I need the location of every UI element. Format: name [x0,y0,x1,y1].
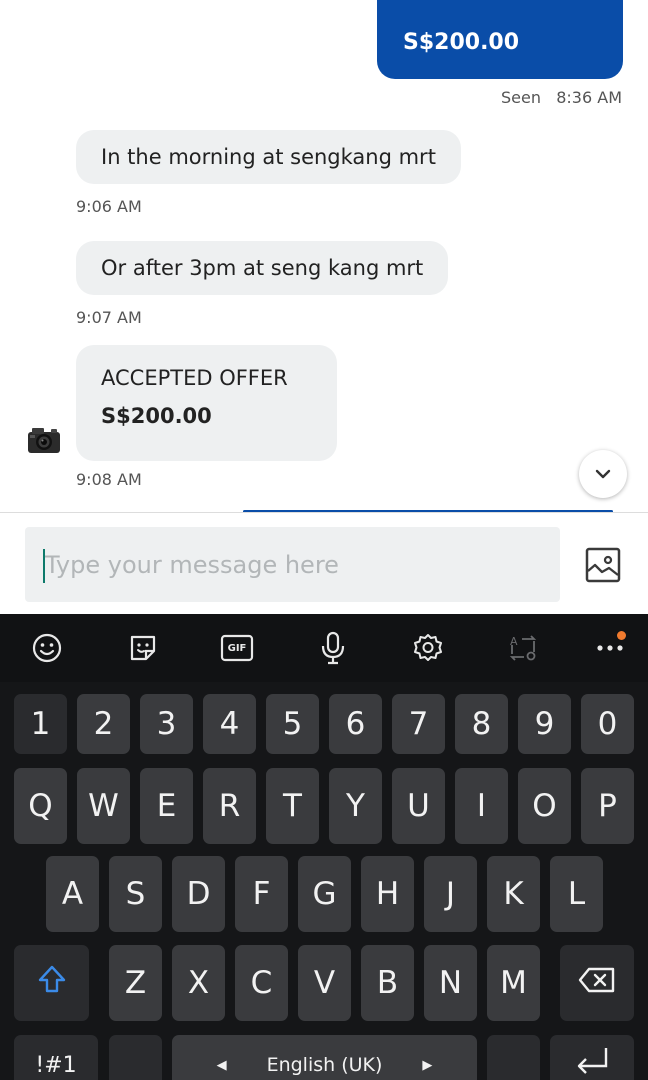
shift-icon [36,963,68,1003]
period-key[interactable] [487,1035,540,1080]
key-n[interactable]: N [424,945,477,1021]
key-c[interactable]: C [235,945,288,1021]
message-time: 9:07 AM [76,308,142,327]
key-1[interactable]: 1 [14,694,67,754]
accepted-offer-card[interactable]: ACCEPTED OFFER S$200.00 [76,345,337,461]
message-time: 9:08 AM [76,470,142,489]
key-5[interactable]: 5 [266,694,319,754]
notification-dot [617,631,626,640]
chevron-down-icon [594,465,612,484]
symbols-key[interactable]: !#1 [14,1035,98,1080]
key-t[interactable]: T [266,768,319,844]
seen-label: Seen [500,88,541,107]
message-text: Or after 3pm at seng kang mrt [101,256,424,280]
key-u[interactable]: U [392,768,445,844]
compose-bar [0,512,648,614]
key-z[interactable]: Z [109,945,162,1021]
camera-avatar[interactable] [27,425,61,455]
key-i[interactable]: I [455,768,508,844]
message-time: 9:06 AM [76,197,142,216]
seen-status: Seen 8:36 AM [501,88,622,107]
enter-icon [572,1046,612,1080]
key-o[interactable]: O [518,768,571,844]
key-7[interactable]: 7 [392,694,445,754]
space-label: English (UK) [266,1054,383,1076]
space-key[interactable]: ◀ English (UK) ▶ [172,1035,477,1080]
key-a[interactable]: A [46,856,99,932]
cursor-left-icon: ◀ [216,1057,227,1073]
backspace-icon [578,965,616,1001]
key-q[interactable]: Q [14,768,67,844]
received-message[interactable]: In the morning at sengkang mrt [76,130,461,184]
key-x[interactable]: X [172,945,225,1021]
cursor-right-icon: ▶ [422,1057,433,1073]
key-g[interactable]: G [298,856,351,932]
message-input[interactable] [25,527,560,602]
key-s[interactable]: S [109,856,162,932]
key-l[interactable]: L [550,856,603,932]
key-v[interactable]: V [298,945,351,1021]
image-icon [585,547,621,587]
shift-key[interactable] [14,945,89,1021]
gif-label: GIF [227,642,247,654]
key-y[interactable]: Y [329,768,382,844]
seen-time: 8:36 AM [556,88,622,107]
key-b[interactable]: B [361,945,414,1021]
key-j[interactable]: J [424,856,477,932]
enter-key[interactable] [550,1035,634,1080]
key-d[interactable]: D [172,856,225,932]
key-p[interactable]: P [581,768,634,844]
backspace-key[interactable] [560,945,634,1021]
key-m[interactable]: M [487,945,540,1021]
key-9[interactable]: 9 [518,694,571,754]
key-6[interactable]: 6 [329,694,382,754]
offer-price: S$200.00 [101,404,212,428]
key-8[interactable]: 8 [455,694,508,754]
settings-icon[interactable] [410,630,446,666]
chat-thread[interactable]: S$200.00 Seen 8:36 AM In the morning at … [0,0,648,512]
key-3[interactable]: 3 [140,694,193,754]
key-r[interactable]: R [203,768,256,844]
key-2[interactable]: 2 [77,694,130,754]
sent-offer-bubble[interactable]: S$200.00 [377,0,623,79]
key-e[interactable]: E [140,768,193,844]
key-k[interactable]: K [487,856,540,932]
attach-image-button[interactable] [585,547,621,583]
key-4[interactable]: 4 [203,694,256,754]
emoji-icon[interactable] [29,630,65,666]
offer-title: ACCEPTED OFFER [101,366,288,390]
keyboard-toolbar: GIF A [0,614,648,682]
sent-offer-amount: S$200.00 [403,30,520,55]
translate-icon[interactable]: A [505,630,541,666]
scroll-down-button[interactable] [579,450,627,498]
keyboard-keys: 1 2 3 4 5 6 7 8 9 0 Q W E R T Y U I O P … [0,682,648,1080]
sticker-icon[interactable] [125,630,161,666]
text-cursor [43,549,45,583]
message-text: In the morning at sengkang mrt [101,145,436,169]
comma-key[interactable] [109,1035,162,1080]
key-f[interactable]: F [235,856,288,932]
key-w[interactable]: W [77,768,130,844]
soft-keyboard: GIF A 1 2 3 4 5 6 7 8 9 0 Q W E R T Y U … [0,614,648,1080]
microphone-icon[interactable] [315,630,351,666]
key-0[interactable]: 0 [581,694,634,754]
received-message[interactable]: Or after 3pm at seng kang mrt [76,241,449,295]
gif-icon[interactable]: GIF [219,630,255,666]
key-h[interactable]: H [361,856,414,932]
